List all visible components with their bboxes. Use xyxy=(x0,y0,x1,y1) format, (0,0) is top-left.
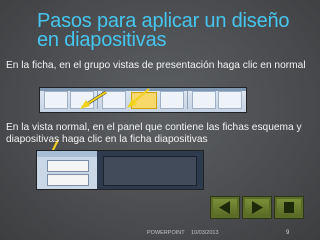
slides-panel-screenshot xyxy=(36,150,204,190)
arrow-pointer-icon xyxy=(45,88,150,161)
home-square-icon xyxy=(284,202,294,213)
slide-number: 9 xyxy=(286,230,290,236)
instruction-paragraph-2: En la vista normal, en el panel que cont… xyxy=(6,122,302,145)
right-triangle-icon xyxy=(252,201,263,214)
footer-label: POWERPOINT xyxy=(147,230,185,236)
previous-slide-button[interactable] xyxy=(210,196,240,219)
left-triangle-icon xyxy=(219,201,230,214)
footer-date: 10/03/2013 xyxy=(191,230,219,236)
next-slide-button[interactable] xyxy=(242,196,272,219)
home-slide-button[interactable] xyxy=(274,196,304,219)
slide: Pasos para aplicar un diseño en diaposit… xyxy=(0,0,320,240)
